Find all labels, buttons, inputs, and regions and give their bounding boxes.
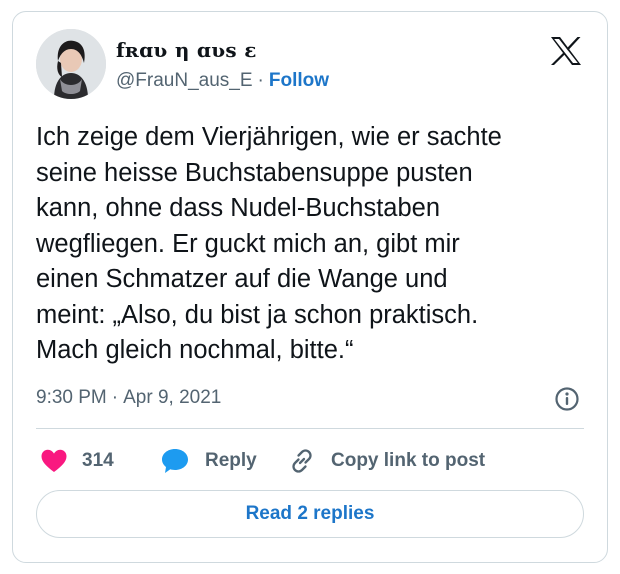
avatar[interactable] xyxy=(36,29,106,99)
tweet-text-line: wegfliegen. Er guckt mich an, gibt mir xyxy=(36,229,460,258)
x-logo-icon[interactable] xyxy=(550,36,582,66)
timestamp-separator: · xyxy=(111,387,119,408)
tweet-text-line: meint: „Also, du bist ja schon praktisch… xyxy=(36,300,479,329)
avatar-image xyxy=(36,29,106,99)
read-replies-button[interactable]: Read 2 replies xyxy=(36,490,584,538)
author-handle[interactable]: @FrauN_aus_E xyxy=(116,70,253,91)
divider xyxy=(36,428,584,429)
info-icon[interactable] xyxy=(554,386,580,412)
copy-link-button[interactable]: Copy link to post xyxy=(288,447,485,475)
speech-bubble-icon xyxy=(160,447,190,475)
handle-separator: · xyxy=(257,70,264,91)
tweet-time: 9:30 PM xyxy=(36,387,107,408)
like-count: 314 xyxy=(82,450,114,471)
tweet-text-line: seine heisse Buchstabensuppe pusten xyxy=(36,158,473,187)
tweet-text: Ich zeige dem Vierjährigen, wie er sacht… xyxy=(36,120,588,369)
follow-button[interactable]: Follow xyxy=(269,70,329,91)
tweet-text-line: Mach gleich nochmal, bitte.“ xyxy=(36,336,354,364)
heart-icon xyxy=(40,448,68,474)
tweet-text-line: kann, ohne dass Nudel-Buchstaben xyxy=(36,194,441,222)
copy-link-label: Copy link to post xyxy=(331,450,486,471)
link-icon xyxy=(288,447,316,475)
tweet-text-line: einen Schmatzer auf die Wange und xyxy=(36,265,448,293)
reply-button[interactable]: Reply xyxy=(160,447,257,475)
read-replies-label: Read 2 replies xyxy=(245,503,375,524)
like-button[interactable]: 314 xyxy=(40,447,114,475)
author-name[interactable]: fʀɑʋ η ɑʋѕ ɛ xyxy=(116,38,257,62)
reply-label: Reply xyxy=(205,450,257,471)
tweet-date: Apr 9, 2021 xyxy=(123,387,222,408)
tweet-timestamp[interactable]: 9:30 PM · Apr 9, 2021 xyxy=(36,387,221,409)
author-handle-row: @FrauN_aus_E · Follow xyxy=(116,70,329,92)
tweet-text-line: Ich zeige dem Vierjährigen, wie er sacht… xyxy=(36,123,502,151)
